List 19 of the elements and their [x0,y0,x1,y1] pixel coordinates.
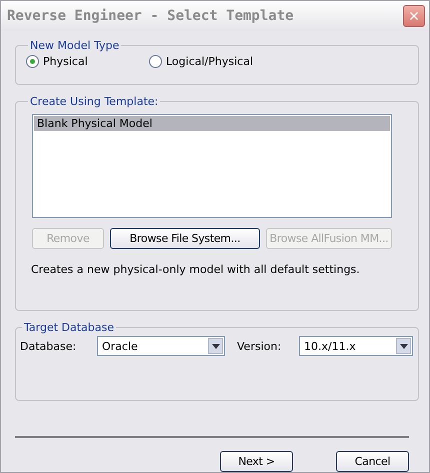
caret-icon [212,344,220,348]
template-description: Creates a new physical-only model with all default settings. [31,263,361,276]
dropdown-button[interactable] [208,338,223,354]
group-label: Create Using Template: [29,95,160,108]
radio-option[interactable]: Physical [26,55,149,68]
group-label: Target Database [23,321,116,334]
dialog-button[interactable]: Next > [220,451,293,472]
dialog-button[interactable]: Cancel [336,451,409,472]
caret-icon [400,344,408,348]
version-dropdown[interactable]: 10.x/11.x [299,336,413,356]
list-item[interactable]: Blank Physical Model [34,116,390,131]
template-button[interactable]: Browse File System... [110,228,260,249]
field-label: Version: [237,340,282,352]
database-dropdown[interactable]: Oracle [97,336,225,356]
field-label: Database: [20,340,78,352]
group-label: New Model Type [29,39,120,52]
radio-option[interactable]: Logical/Physical [149,55,254,68]
dropdown-button[interactable] [396,338,411,354]
window-title: Reverse Engineer - Select Template [7,8,294,24]
